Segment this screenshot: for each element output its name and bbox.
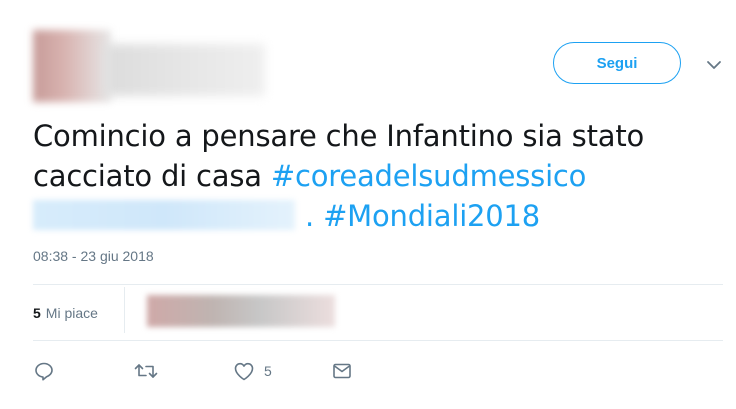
tweet-text-line-2: cacciato di casa #coreadelsudmessico (33, 156, 713, 196)
tweet-text-line-1: Comincio a pensare che Infantino sia sta… (33, 119, 645, 153)
retweet-icon (133, 360, 159, 382)
heart-icon (232, 360, 256, 382)
message-icon (331, 360, 353, 382)
like-count: 5 (264, 363, 272, 379)
likes-label: Mi piace (45, 305, 98, 321)
tweet-header: Segui (0, 0, 736, 110)
chevron-down-icon[interactable] (706, 58, 722, 70)
message-button[interactable] (331, 358, 353, 384)
divider (33, 284, 723, 285)
author-name[interactable] (105, 44, 265, 96)
retweet-button[interactable] (133, 358, 159, 384)
mention-separator: . (305, 199, 315, 233)
like-button[interactable]: 5 (232, 358, 272, 384)
tweet-text-line-3: . #Mondiali2018 (33, 196, 713, 236)
tweet-text: Comincio a pensare che Infantino sia sta… (33, 116, 713, 236)
follow-button[interactable]: Segui (553, 42, 681, 84)
reply-button[interactable] (33, 358, 55, 384)
tweet-text-prefix: cacciato di casa (33, 159, 271, 193)
likers-avatars[interactable] (147, 295, 335, 327)
reply-icon (33, 360, 55, 382)
hashtag-link[interactable]: #Mondiali2018 (323, 199, 540, 233)
tweet-timestamp[interactable]: 08:38 - 23 giu 2018 (33, 248, 154, 264)
mention-link[interactable] (33, 200, 295, 230)
hashtag-link[interactable]: #coreadelsudmessico (271, 159, 587, 193)
divider (33, 340, 723, 341)
tweet-stats[interactable]: 5 Mi piace (33, 298, 98, 328)
avatar[interactable] (33, 30, 111, 102)
divider (124, 287, 125, 333)
likes-count: 5 (33, 305, 41, 321)
